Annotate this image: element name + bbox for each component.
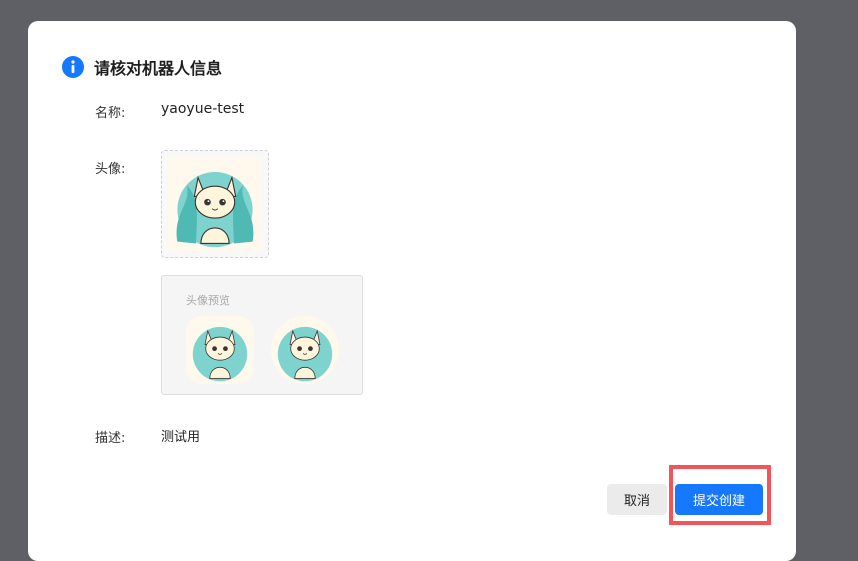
dialog-title: 请核对机器人信息 (94, 59, 223, 78)
name-value: yaoyue-test (161, 101, 245, 117)
avatar-preview-circle (271, 316, 339, 384)
description-value: 测试用 (161, 430, 201, 445)
cancel-button[interactable]: 取消 (607, 484, 667, 515)
confirm-robot-dialog: 请核对机器人信息 名称: yaoyue-test 头像: 头像预览 描述: 测试… (28, 21, 796, 561)
avatar-image (168, 157, 262, 251)
description-label: 描述: (95, 431, 126, 446)
submit-highlight-box (669, 465, 771, 525)
dialog-header: 请核对机器人信息 (62, 55, 222, 79)
avatar-upload[interactable] (161, 150, 269, 258)
avatar-preview-panel: 头像预览 (161, 275, 363, 395)
info-icon (62, 56, 84, 78)
name-label: 名称: (95, 106, 126, 121)
avatar-label: 头像: (95, 162, 126, 177)
avatar-preview-title: 头像预览 (186, 294, 230, 307)
avatar-preview-rounded (186, 316, 254, 384)
